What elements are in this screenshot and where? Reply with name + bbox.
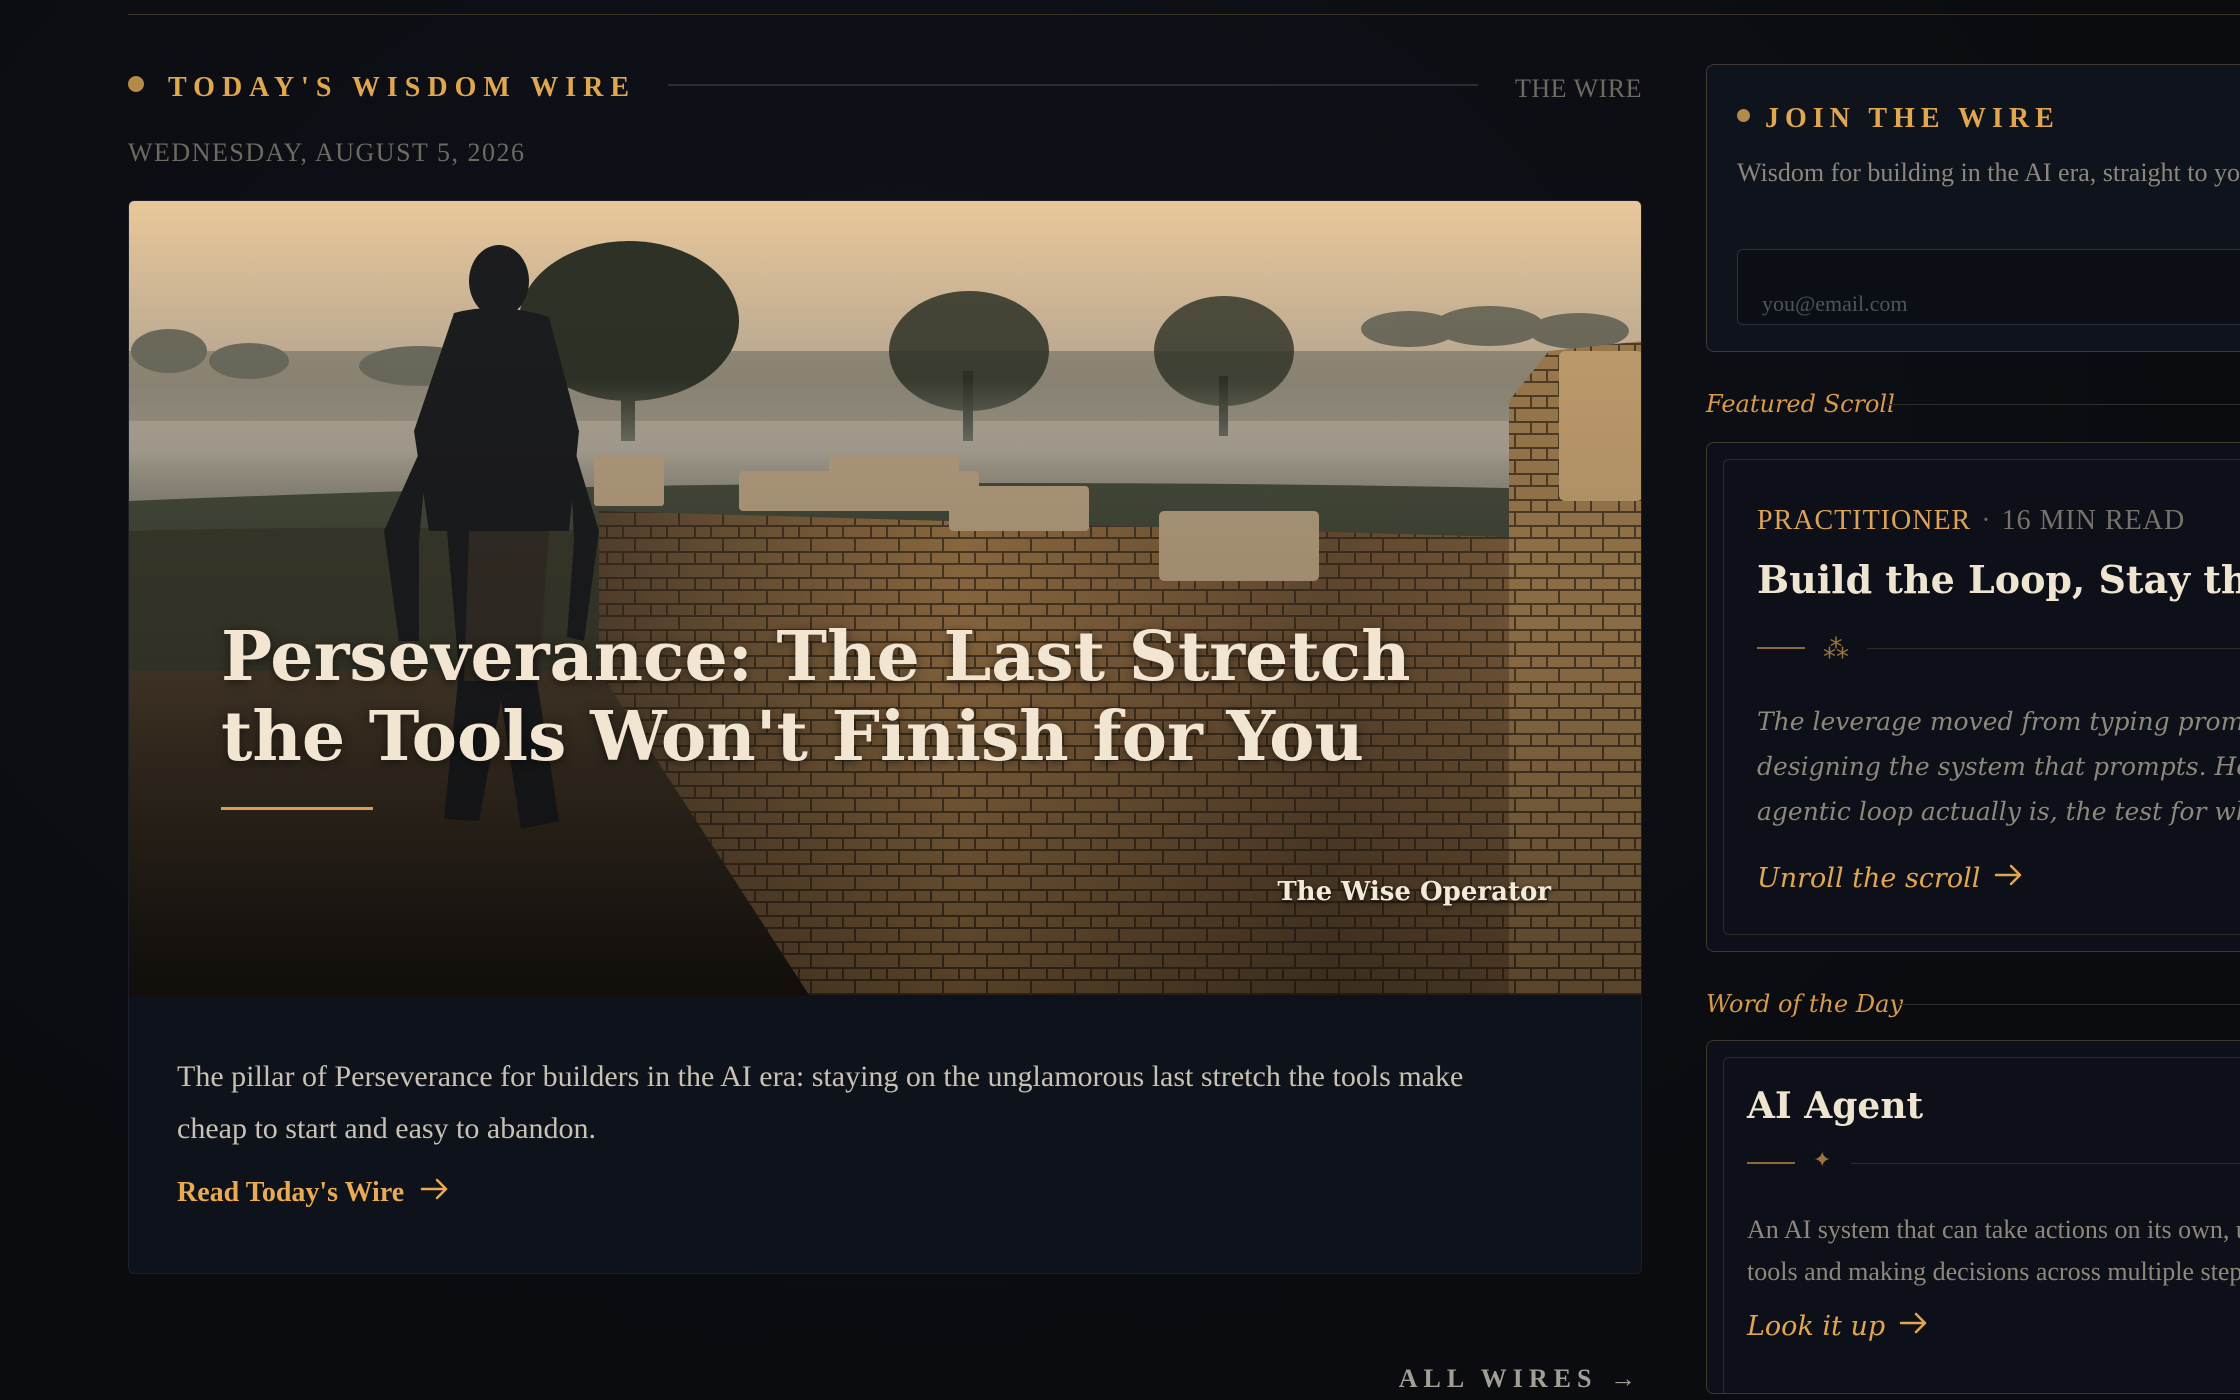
- wire-header: TODAY'S WISDOM WIRE THE WIRE: [128, 72, 1642, 112]
- ornament-rule-left: [1747, 1162, 1795, 1164]
- join-title: JOIN THE WIRE: [1765, 103, 2060, 134]
- arrow-right-icon: [1994, 863, 2024, 894]
- asterism-icon: ⁂: [1823, 635, 1849, 664]
- word-definition: An AI system that can take actions on it…: [1747, 1209, 2240, 1293]
- look-it-up-link[interactable]: Look it up: [1747, 1311, 1929, 1342]
- read-link-label: Read Today's Wire: [177, 1177, 405, 1208]
- featured-title[interactable]: Build the Loop, Stay the Engineer: [1757, 557, 2240, 602]
- bullet-dot-icon: [128, 76, 144, 92]
- word-of-day-label: Word of the Day: [1706, 990, 1903, 1018]
- email-input[interactable]: [1737, 249, 2240, 325]
- featured-section-rule: [1886, 404, 2240, 405]
- the-wire-link[interactable]: THE WIRE: [1515, 74, 1642, 104]
- excerpt-line: The leverage moved from typing prompts t…: [1757, 707, 2240, 736]
- read-todays-wire-link[interactable]: Read Today's Wire: [177, 1177, 450, 1209]
- sparkle-icon: ✦: [1813, 1147, 1832, 1172]
- arrow-right-icon: [1899, 1311, 1929, 1342]
- excerpt-line: designing the system that prompts. Here …: [1757, 752, 2240, 781]
- join-the-wire-card: JOIN THE WIRE Wisdom for building in the…: [1706, 64, 2240, 352]
- featured-excerpt: The leverage moved from typing prompts t…: [1757, 699, 2240, 834]
- wire-date: WEDNESDAY, AUGUST 5, 2026: [128, 138, 526, 167]
- excerpt-line: agentic loop actually is, the test for w…: [1757, 797, 2240, 826]
- hero-title-underline: [221, 807, 373, 810]
- featured-category: PRACTITIONER: [1757, 505, 1972, 536]
- top-divider: [128, 14, 2240, 15]
- bullet-dot-icon: [1737, 109, 1750, 122]
- word-term[interactable]: AI Agent: [1747, 1085, 1923, 1127]
- hero-card[interactable]: Perseverance: The Last Stretch the Tools…: [128, 200, 1642, 1274]
- hero-title[interactable]: Perseverance: The Last Stretch the Tools…: [221, 617, 1481, 777]
- unroll-link-label: Unroll the scroll: [1757, 863, 1981, 894]
- page: TODAY'S WISDOM WIRE THE WIRE WEDNESDAY, …: [0, 0, 2240, 1400]
- hero-description: The pillar of Perseverance for builders …: [177, 1060, 1464, 1145]
- word-section-rule: [1898, 1004, 2240, 1005]
- meta-separator: ·: [1981, 505, 1992, 536]
- hero-body: The pillar of Perseverance for builders …: [129, 995, 1641, 1273]
- wire-header-rule: [668, 84, 1478, 86]
- wire-section-title: TODAY'S WISDOM WIRE: [168, 72, 637, 103]
- unroll-scroll-link[interactable]: Unroll the scroll: [1757, 863, 2024, 894]
- featured-card[interactable]: PRACTITIONER · 16 MIN READ Build the Loop,…: [1706, 442, 2240, 952]
- ornament-rule-right: [1867, 648, 2240, 649]
- featured-scroll-label: Featured Scroll: [1706, 390, 1895, 418]
- all-wires-link[interactable]: ALL WIRES →: [1399, 1364, 1642, 1394]
- ornament-rule-left: [1757, 647, 1805, 649]
- featured-read-time: 16 MIN READ: [2001, 505, 2186, 536]
- arrow-right-icon: [420, 1177, 450, 1209]
- hero-image: [129, 201, 1641, 995]
- featured-meta: PRACTITIONER · 16 MIN READ: [1757, 505, 2185, 537]
- definition-line: An AI system that can take actions on it…: [1747, 1215, 2240, 1244]
- definition-line: tools and making decisions across multip…: [1747, 1257, 2240, 1286]
- hero-brand-watermark: The Wise Operator: [1277, 877, 1551, 907]
- join-description: Wisdom for building in the AI era, strai…: [1737, 158, 2240, 187]
- word-of-day-card[interactable]: AI Agent ✦ An AI system that can take ac…: [1706, 1040, 2240, 1394]
- look-it-up-label: Look it up: [1747, 1311, 1886, 1342]
- ornament-rule-right: [1851, 1163, 2240, 1164]
